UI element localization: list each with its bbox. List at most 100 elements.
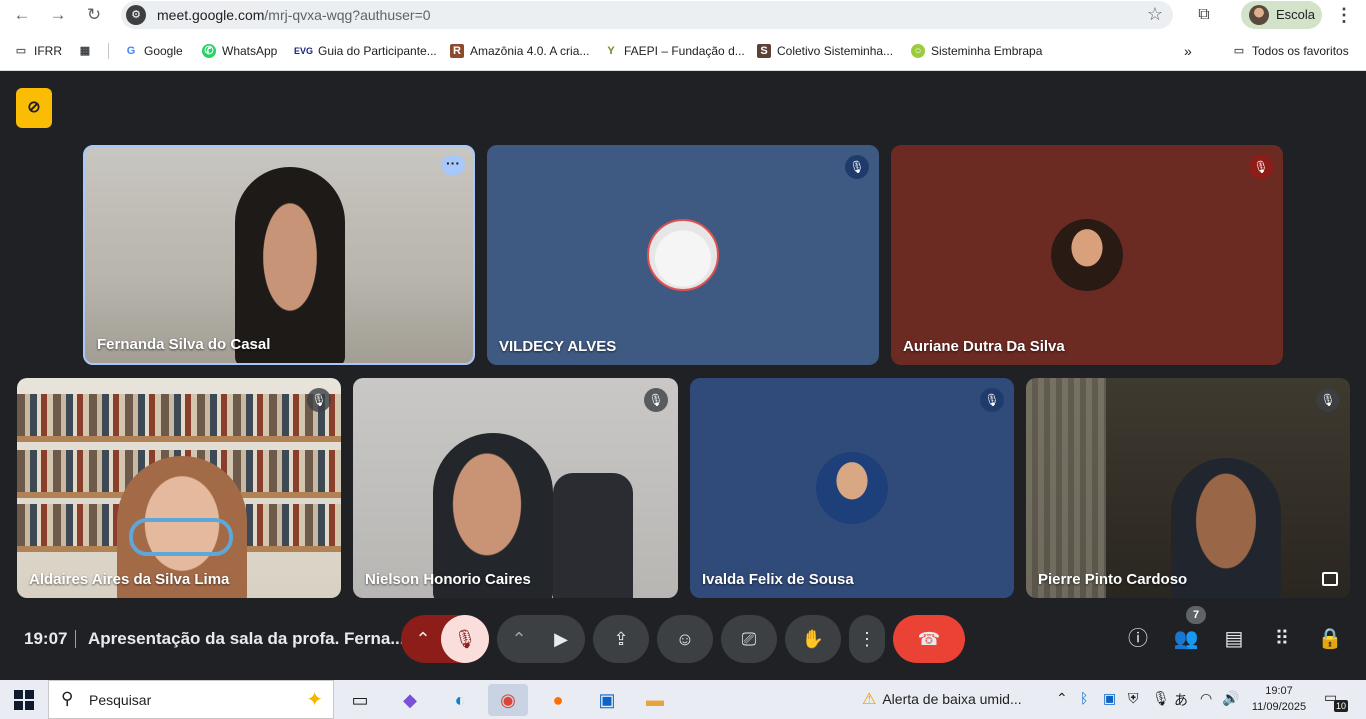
- taskbar-search[interactable]: ⚲ Pesquisar ✦: [48, 680, 334, 719]
- people-icon[interactable]: 👥: [1173, 626, 1199, 652]
- url-text[interactable]: meet.google.com/mrj-qvxa-wqg?authuser=0: [157, 7, 431, 23]
- mic-toggle-button[interactable]: 🎙: [441, 615, 489, 663]
- bluetooth-icon[interactable]: ᛒ: [1080, 690, 1088, 706]
- present-icon: ⇪: [613, 629, 629, 649]
- participant-name: Pierre Pinto Cardoso: [1038, 571, 1188, 588]
- back-arrow-icon[interactable]: ←: [10, 4, 34, 26]
- file-explorer-icon[interactable]: ▬: [635, 684, 675, 716]
- outlook-icon[interactable]: ▣: [587, 684, 627, 716]
- wifi-icon[interactable]: ◠: [1200, 690, 1212, 707]
- extensions-icon[interactable]: ⧉: [1192, 4, 1216, 26]
- raise-hand-button[interactable]: ✋: [785, 615, 841, 663]
- bookmark-sisteminha[interactable]: ○ Sisteminha Embrapa: [911, 42, 1042, 60]
- bookmark-guia[interactable]: EVG Guia do Participante...: [294, 42, 437, 60]
- folder-icon: ▭: [1233, 45, 1245, 57]
- meeting-clock: 19:07: [24, 629, 68, 648]
- firefox-icon[interactable]: ●: [538, 684, 578, 716]
- camera-button-group: ⌃ ▶: [497, 615, 585, 663]
- video-options-chevron-icon[interactable]: ⌃: [497, 615, 541, 663]
- participant-name: Fernanda Silva do Casal: [97, 336, 271, 353]
- bookmark-faepi[interactable]: Y FAEPI – Fundação d...: [604, 42, 744, 60]
- avatar: [1249, 5, 1269, 25]
- mic-off-icon: 🎙: [644, 388, 668, 412]
- chrome-icon[interactable]: ◉: [488, 684, 528, 716]
- picture-in-picture-icon[interactable]: [1322, 572, 1338, 586]
- bookmark-all-favorites[interactable]: ▭ Todos os favoritos: [1232, 42, 1349, 60]
- participant-tile[interactable]: 🎙 Nielson Honorio Caires: [353, 378, 678, 598]
- s-icon: S: [757, 44, 771, 58]
- more-bookmarks-icon[interactable]: »: [1184, 42, 1192, 60]
- google-icon: G: [126, 45, 136, 57]
- forward-arrow-icon[interactable]: →: [46, 4, 70, 26]
- warning-icon: ⚠: [862, 691, 877, 708]
- participant-tile[interactable]: 🎙 Ivalda Felix de Sousa: [690, 378, 1014, 598]
- participant-tile[interactable]: 🎙 Auriane Dutra Da Silva: [891, 145, 1283, 365]
- participant-name: Aldaires Aires da Silva Lima: [29, 571, 230, 588]
- profile-button[interactable]: Escola: [1241, 1, 1322, 29]
- copilot-icon[interactable]: ◆: [390, 684, 430, 716]
- bookmark-amazonia[interactable]: R Amazônia 4.0. A cria...: [450, 42, 589, 60]
- profile-label: Escola: [1276, 7, 1316, 22]
- search-icon: ⚲: [61, 689, 74, 708]
- r-icon: R: [450, 44, 464, 58]
- volume-icon[interactable]: 🔊: [1222, 690, 1239, 707]
- security-icon[interactable]: ⛨: [1128, 690, 1139, 707]
- sparkle-icon: ✦: [306, 689, 323, 711]
- hand-icon: ✋: [801, 629, 825, 649]
- ev-icon: EVG: [294, 46, 314, 56]
- tray-chevron-icon[interactable]: ⌃: [1056, 690, 1068, 707]
- bookmark-divider: [108, 43, 109, 59]
- bookmark-ifrr[interactable]: ▭ IFRR: [14, 42, 62, 60]
- audio-options-chevron-icon[interactable]: ⌃: [401, 615, 445, 663]
- circle-icon: ○: [911, 44, 925, 58]
- site-info-icon[interactable]: ⚙: [126, 5, 146, 25]
- captions-button[interactable]: ⎚: [721, 615, 777, 663]
- hidden-tiles-icon[interactable]: ⊘: [16, 88, 52, 128]
- more-options-icon[interactable]: ···: [441, 155, 465, 175]
- mic-off-icon: 🎙: [1316, 388, 1340, 412]
- search-placeholder: Pesquisar: [89, 692, 152, 708]
- notification-count-badge: 10: [1334, 700, 1348, 712]
- host-controls-icon[interactable]: 🔒: [1317, 626, 1343, 652]
- leave-call-button[interactable]: ☎: [893, 615, 965, 663]
- participant-glasses: [129, 518, 233, 556]
- participant-name: Auriane Dutra Da Silva: [903, 338, 1065, 355]
- participant-tile[interactable]: ··· Fernanda Silva do Casal: [83, 145, 475, 365]
- activities-icon[interactable]: ⠿: [1269, 626, 1295, 652]
- bookmark-star-icon[interactable]: ☆: [1147, 4, 1163, 25]
- bookmark-whatsapp[interactable]: ✆ WhatsApp: [202, 42, 277, 60]
- weather-alert[interactable]: ⚠ Alerta de baixa umid...: [862, 689, 1022, 709]
- apps-grid-icon[interactable]: ▦: [78, 42, 92, 60]
- meeting-controls-bar: 19:07 Apresentação da sala da profa. Fer…: [0, 598, 1366, 680]
- address-bar[interactable]: ⚙ meet.google.com/mrj-qvxa-wqg?authuser=…: [121, 1, 1173, 29]
- reload-icon[interactable]: ↻: [82, 4, 106, 26]
- system-clock[interactable]: 19:07 11/09/2025: [1249, 683, 1309, 715]
- captions-icon: ⎚: [741, 629, 757, 649]
- microphone-icon[interactable]: 🎙: [1152, 690, 1170, 707]
- meeting-title[interactable]: Apresentação da sala da profa. Ferna...: [88, 629, 405, 649]
- more-options-button[interactable]: ⋮: [849, 615, 885, 663]
- mic-off-icon: 🎙: [845, 155, 869, 179]
- bookmark-coletivo[interactable]: S Coletivo Sisteminha...: [757, 42, 893, 60]
- present-screen-button[interactable]: ⇪: [593, 615, 649, 663]
- browser-menu-icon[interactable]: ⋮: [1334, 3, 1354, 27]
- chat-icon[interactable]: ▤: [1221, 626, 1247, 652]
- people-count-badge: 7: [1186, 606, 1206, 624]
- more-vert-icon: ⋮: [858, 629, 876, 649]
- reactions-button[interactable]: ☺: [657, 615, 713, 663]
- participant-tile[interactable]: 🎙 VILDECY ALVES: [487, 145, 879, 365]
- windows-taskbar: ⚲ Pesquisar ✦ ▭ ◆ ◐ ◉ ● ▣ ▬ ⚠ Alerta de b…: [0, 680, 1366, 719]
- whatsapp-icon: ✆: [202, 44, 216, 58]
- clock-time: 19:07: [1265, 685, 1293, 697]
- participant-name: VILDECY ALVES: [499, 338, 617, 355]
- language-icon[interactable]: あ: [1174, 690, 1188, 710]
- windows-start-icon[interactable]: [14, 690, 34, 710]
- participant-tile[interactable]: 🎙 Aldaires Aires da Silva Lima: [17, 378, 341, 598]
- edge-icon[interactable]: ◐: [440, 684, 480, 716]
- meeting-info-icon[interactable]: ⓘ: [1125, 626, 1151, 652]
- tray-app-icon[interactable]: ▣: [1103, 690, 1116, 707]
- camera-icon[interactable]: ▶: [537, 615, 585, 663]
- task-view-icon[interactable]: ▭: [340, 684, 380, 716]
- participant-tile[interactable]: 🎙 Pierre Pinto Cardoso: [1026, 378, 1350, 598]
- bookmark-google[interactable]: G Google: [124, 42, 183, 60]
